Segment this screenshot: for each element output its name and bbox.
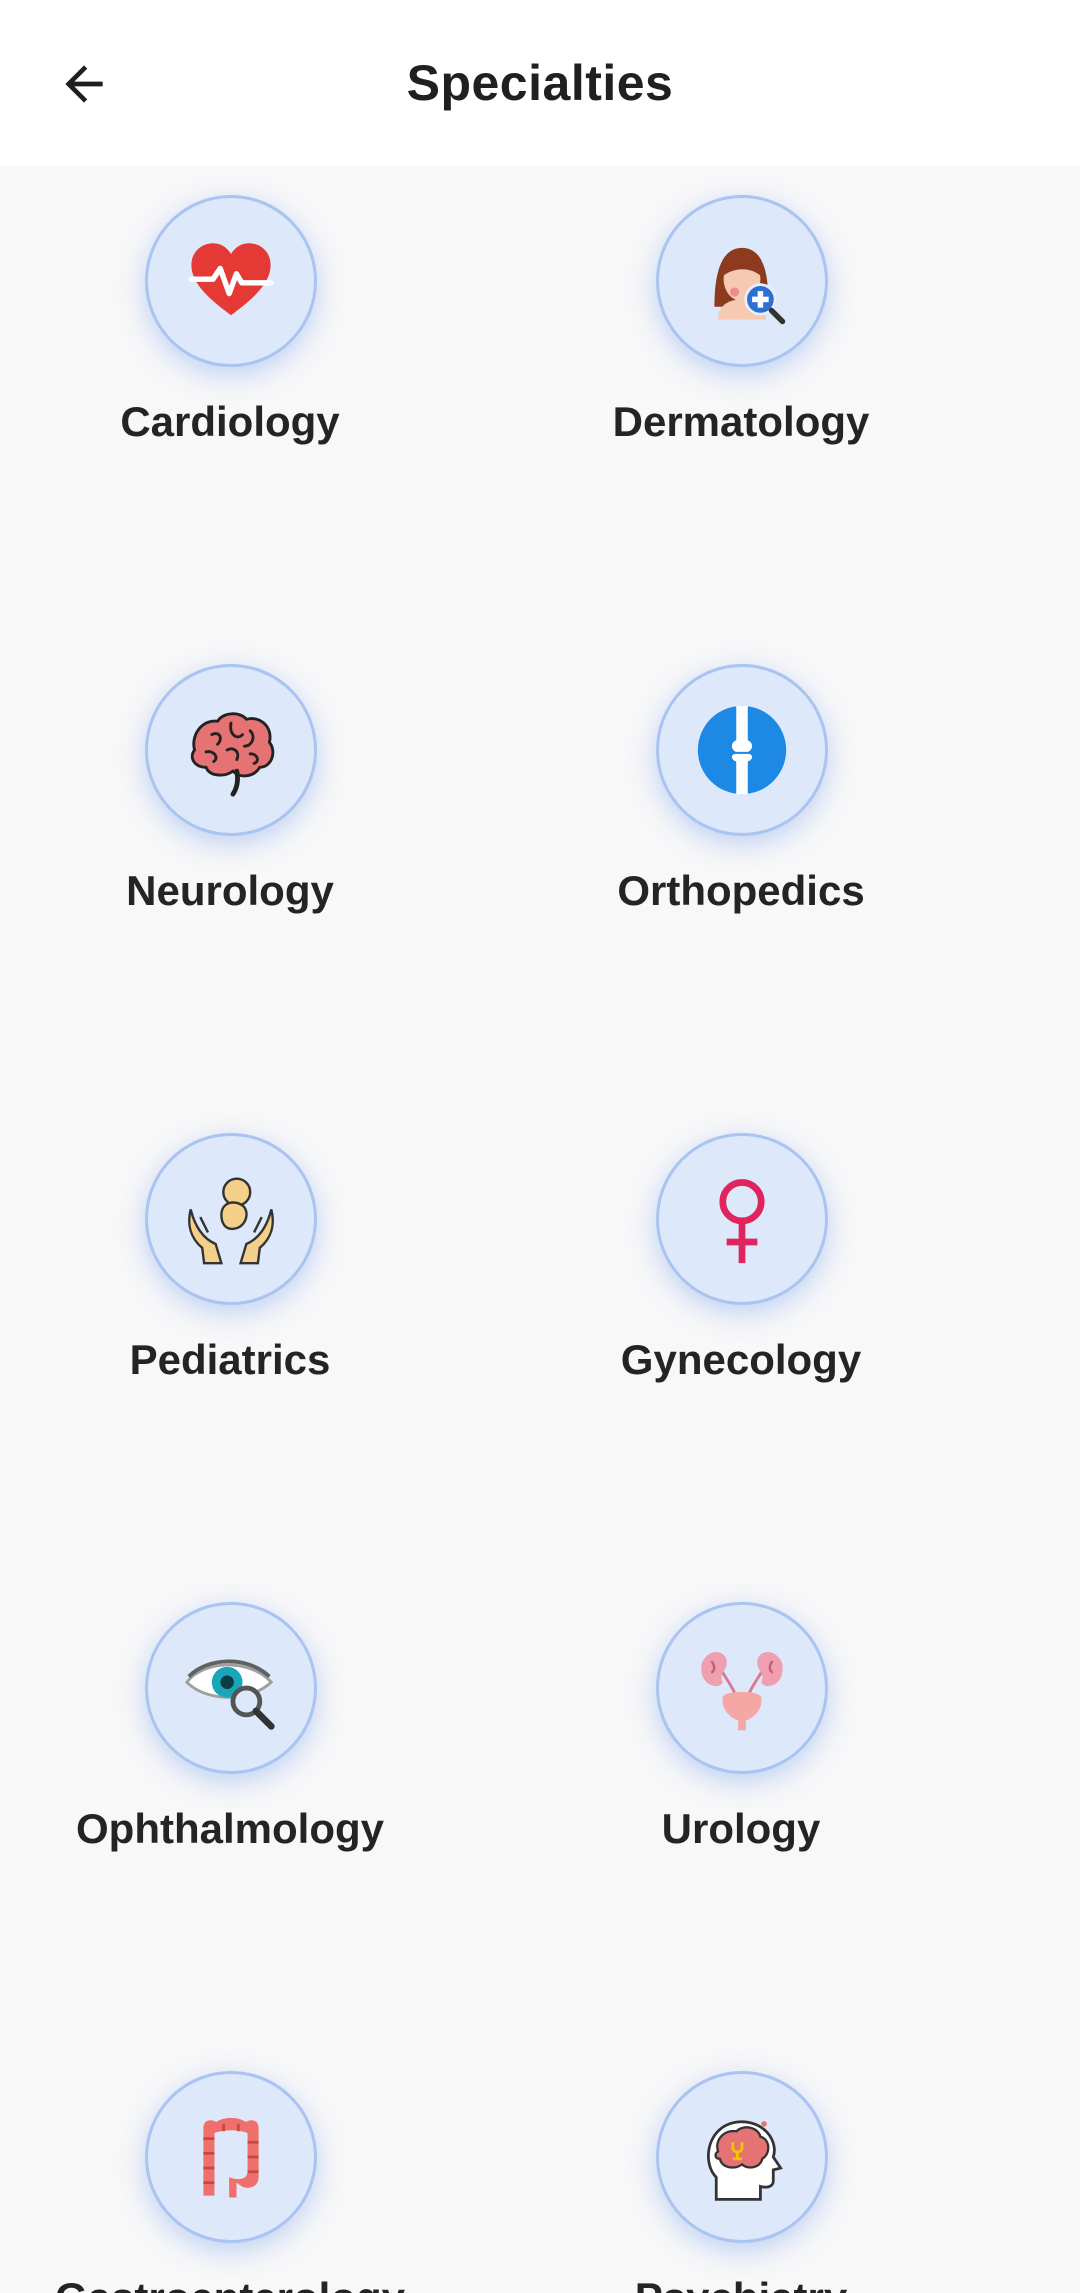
specialty-label: Neurology: [126, 867, 334, 914]
icon-circle: [145, 195, 317, 367]
female-symbol-icon: [719, 1179, 765, 1264]
specialty-card-psychiatry[interactable]: Psychiatry: [511, 2042, 971, 2293]
icon-circle: [656, 195, 828, 367]
bone-joint-icon: [697, 705, 787, 795]
specialty-card-cardiology[interactable]: Cardiology: [0, 166, 460, 466]
icon-circle: [145, 1602, 317, 1774]
icon-circle: [145, 2071, 317, 2243]
intestine-icon: [203, 2117, 259, 2198]
icon-circle: [656, 1133, 828, 1305]
specialty-label: Orthopedics: [617, 867, 865, 914]
specialties-screen: Specialties Cardiology Dermatology Neuro…: [0, 0, 1080, 2293]
head-brain-icon: [707, 2120, 783, 2201]
icon-circle: [656, 2071, 828, 2243]
eye-magnifier-icon: [184, 1659, 275, 1730]
specialty-label: Dermatology: [612, 398, 870, 445]
app-bar: Specialties: [0, 0, 1080, 166]
specialty-card-dermatology[interactable]: Dermatology: [511, 166, 971, 466]
icon-circle: [145, 664, 317, 836]
baby-hands-icon: [188, 1177, 274, 1265]
specialty-label: Ophthalmology: [76, 1805, 384, 1852]
specialty-label: Gastroenterology: [0, 2274, 460, 2293]
specialty-card-pediatrics[interactable]: Pediatrics: [0, 1104, 460, 1404]
specialty-card-gastroenterology[interactable]: Gastroenterology: [0, 2042, 460, 2293]
icon-circle: [656, 664, 828, 836]
specialty-card-orthopedics[interactable]: Orthopedics: [511, 635, 971, 935]
specialty-label: Urology: [661, 1805, 821, 1852]
icon-circle: [656, 1602, 828, 1774]
specialties-grid: Cardiology Dermatology Neurology Orthope…: [0, 166, 1080, 2293]
specialty-card-gynecology[interactable]: Gynecology: [511, 1104, 971, 1404]
specialty-card-urology[interactable]: Urology: [511, 1573, 971, 1873]
heart-pulse-icon: [188, 243, 274, 316]
icon-circle: [145, 1133, 317, 1305]
specialty-label: Psychiatry: [511, 2274, 971, 2293]
page-title: Specialties: [406, 55, 674, 111]
specialty-card-neurology[interactable]: Neurology: [0, 635, 460, 935]
specialty-label: Cardiology: [120, 398, 340, 445]
kidneys-bladder-icon: [701, 1651, 783, 1731]
face-magnifier-icon: [714, 247, 786, 325]
specialty-card-ophthalmology[interactable]: Ophthalmology: [0, 1573, 460, 1873]
brain-icon: [190, 712, 275, 797]
specialty-label: Pediatrics: [129, 1336, 331, 1383]
specialty-label: Gynecology: [620, 1336, 862, 1383]
